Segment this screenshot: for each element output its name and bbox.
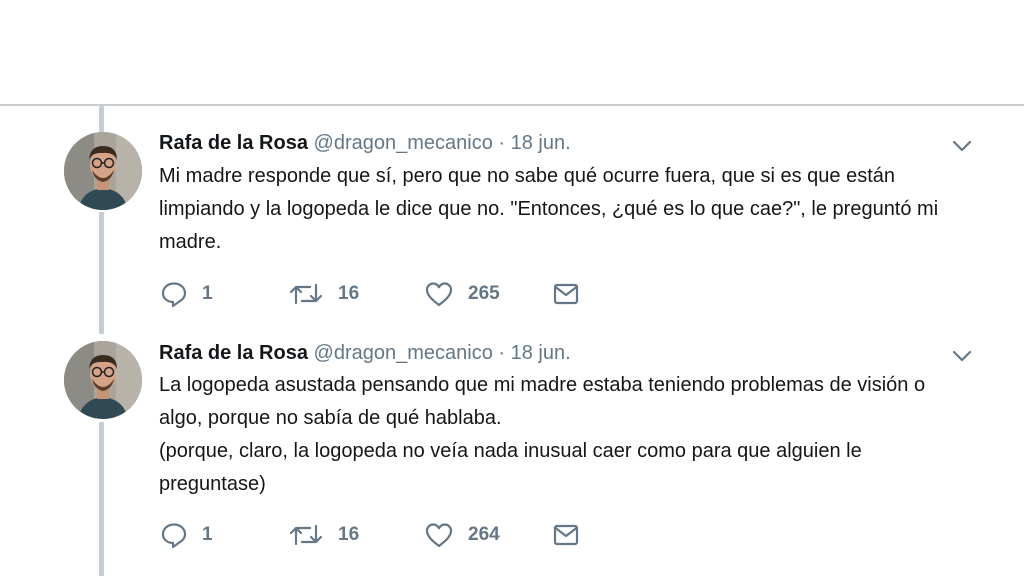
direct-message-button[interactable] <box>552 520 580 550</box>
direct-message-button[interactable] <box>552 279 580 309</box>
chevron-down-icon[interactable] <box>950 134 974 158</box>
thread-line-bottom <box>99 422 104 576</box>
author-name[interactable]: Rafa de la Rosa <box>159 342 308 364</box>
reply-count: 1 <box>202 524 213 545</box>
reply-count: 1 <box>202 283 213 304</box>
retweet-count: 16 <box>338 524 360 545</box>
tweet-text-line: (porque, claro, la logopeda no veía nada… <box>159 440 862 495</box>
top-divider <box>0 104 1024 106</box>
avatar[interactable] <box>64 341 142 419</box>
top-blank-area <box>0 0 1024 105</box>
tweet-text: La logopeda asustada pensando que mi mad… <box>159 369 959 501</box>
tweet-header: Rafa de la Rosa @dragon_mecanico · 18 ju… <box>159 130 571 156</box>
tweet-text-line: Mi madre responde que sí, pero que no sa… <box>159 165 939 253</box>
avatar-photo <box>64 341 142 419</box>
tweet-date[interactable]: 18 jun. <box>511 342 571 364</box>
envelope-icon <box>553 283 579 305</box>
tweet-text-line: La logopeda asustada pensando que mi mad… <box>159 374 926 429</box>
reply-icon <box>161 282 187 308</box>
author-handle[interactable]: @dragon_mecanico <box>314 132 493 154</box>
heart-icon <box>425 282 453 307</box>
reply-icon <box>161 523 187 549</box>
author-handle[interactable]: @dragon_mecanico <box>314 342 493 364</box>
separator-dot: · <box>498 342 506 364</box>
like-button[interactable]: 264 <box>424 520 500 550</box>
retweet-button[interactable]: 16 <box>288 279 359 309</box>
like-count: 264 <box>468 524 500 545</box>
thread-line-top <box>99 106 104 132</box>
retweet-button[interactable]: 16 <box>288 520 359 550</box>
heart-icon <box>425 523 453 548</box>
retweet-icon <box>289 283 323 305</box>
tweet-header: Rafa de la Rosa @dragon_mecanico · 18 ju… <box>159 340 571 366</box>
avatar-photo <box>64 132 142 210</box>
chevron-down-icon[interactable] <box>950 344 974 368</box>
separator-dot: · <box>498 132 506 154</box>
retweet-icon <box>289 524 323 546</box>
reply-button[interactable]: 1 <box>160 279 213 309</box>
thread-line-middle <box>99 212 104 334</box>
retweet-count: 16 <box>338 283 360 304</box>
like-count: 265 <box>468 283 500 304</box>
tweet-date[interactable]: 18 jun. <box>511 132 571 154</box>
envelope-icon <box>553 524 579 546</box>
author-name[interactable]: Rafa de la Rosa <box>159 132 308 154</box>
reply-button[interactable]: 1 <box>160 520 213 550</box>
avatar[interactable] <box>64 132 142 210</box>
like-button[interactable]: 265 <box>424 279 500 309</box>
tweet-text: Mi madre responde que sí, pero que no sa… <box>159 160 959 259</box>
